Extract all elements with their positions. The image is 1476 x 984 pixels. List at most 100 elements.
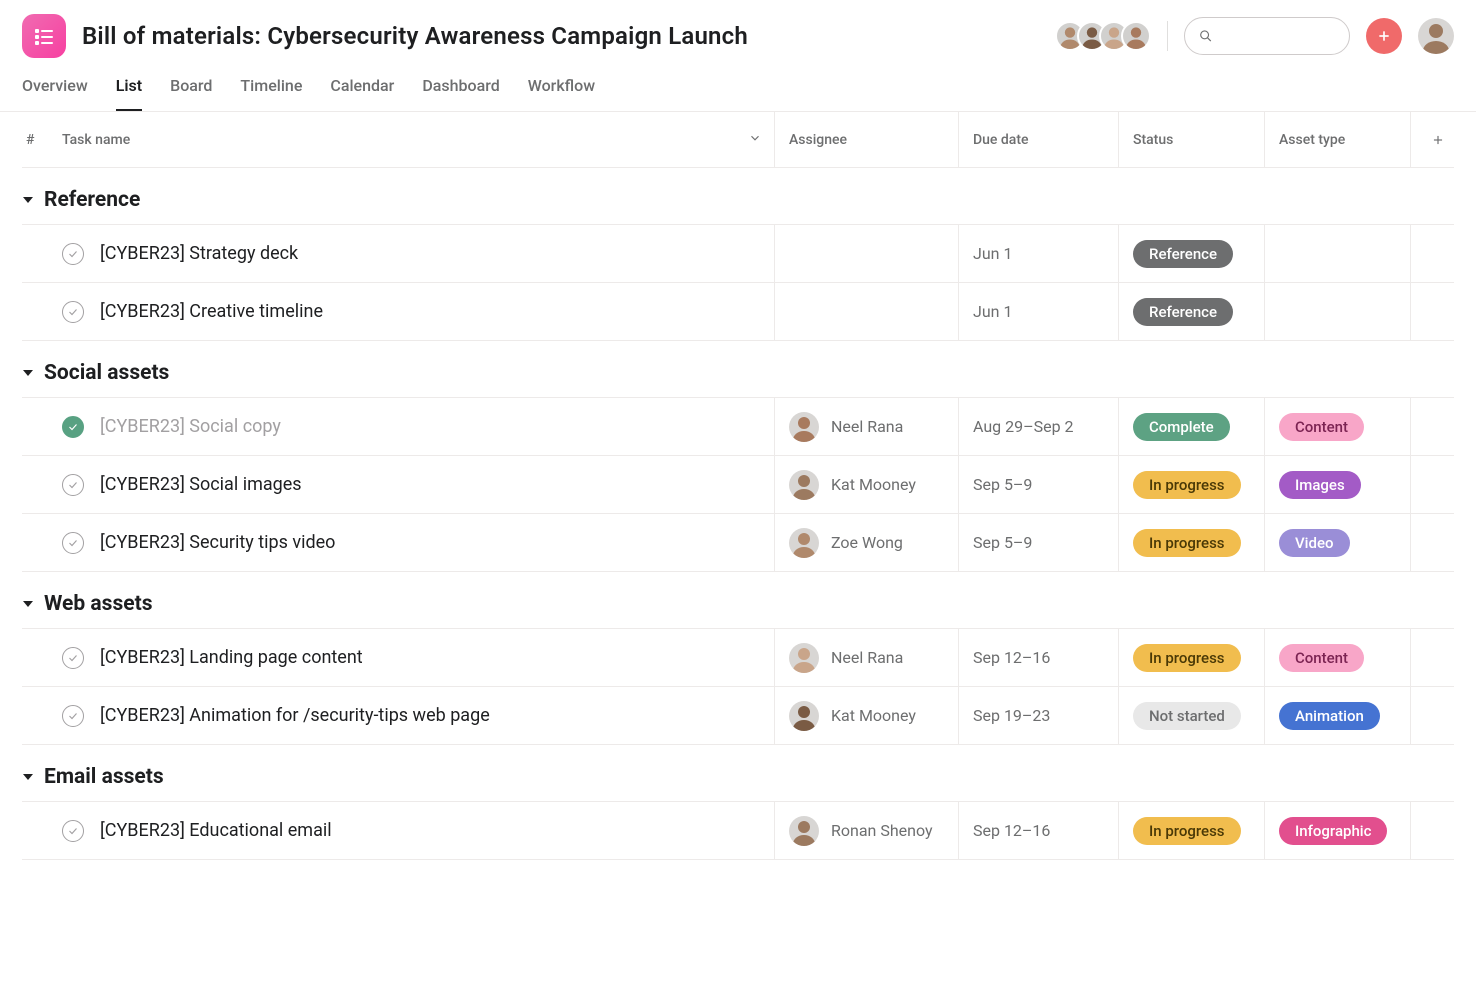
task-row[interactable]: [CYBER23] Security tips videoZoe WongSep… [22,514,1454,572]
asset-type-cell[interactable]: Content [1264,398,1410,455]
tab-list[interactable]: List [116,68,142,111]
complete-checkbox[interactable] [62,705,84,727]
due-date-cell[interactable]: Sep 19–23 [958,687,1118,744]
complete-checkbox[interactable] [62,416,84,438]
asset-type-cell[interactable]: Animation [1264,687,1410,744]
extra-cell [1410,398,1454,455]
add-button[interactable] [1366,18,1402,54]
col-task-name[interactable]: Task name [58,131,774,149]
asset-type-badge: Images [1279,471,1361,499]
plus-icon [1376,28,1392,44]
assignee-cell[interactable]: Kat Mooney [774,456,958,513]
section-header[interactable]: Email assets [22,745,1454,801]
tab-overview[interactable]: Overview [22,68,88,111]
asset-type-badge: Video [1279,529,1350,557]
task-name-cell[interactable]: [CYBER23] Landing page content [58,647,774,669]
task-name-cell[interactable]: [CYBER23] Security tips video [58,532,774,554]
assignee-cell[interactable] [774,225,958,282]
status-cell[interactable]: In progress [1118,629,1264,686]
task-name-cell[interactable]: [CYBER23] Creative timeline [58,301,774,323]
col-due-date[interactable]: Due date [958,112,1118,167]
caret-down-icon[interactable] [22,595,34,614]
task-row[interactable]: [CYBER23] Strategy deck Jun 1Reference [22,225,1454,283]
avatar[interactable] [1121,21,1151,51]
task-name-cell[interactable]: [CYBER23] Educational email [58,820,774,842]
tab-workflow[interactable]: Workflow [528,68,595,111]
user-avatar[interactable] [1418,18,1454,54]
col-assignee[interactable]: Assignee [774,112,958,167]
tab-board[interactable]: Board [170,68,212,111]
task-name-cell[interactable]: [CYBER23] Strategy deck [58,243,774,265]
tab-calendar[interactable]: Calendar [330,68,394,111]
asset-type-cell[interactable]: Infographic [1264,802,1410,859]
caret-down-icon[interactable] [22,364,34,383]
add-column-button[interactable] [1410,112,1454,167]
complete-checkbox[interactable] [62,532,84,554]
due-date-cell[interactable]: Sep 12–16 [958,802,1118,859]
assignee-cell[interactable]: Neel Rana [774,629,958,686]
assignee-cell[interactable]: Neel Rana [774,398,958,455]
due-date-cell[interactable]: Sep 5–9 [958,514,1118,571]
asset-type-cell[interactable]: Content [1264,629,1410,686]
assignee-name: Ronan Shenoy [831,821,933,840]
due-date-cell[interactable]: Sep 5–9 [958,456,1118,513]
asset-type-badge: Infographic [1279,817,1387,845]
status-cell[interactable]: Not started [1118,687,1264,744]
project-icon[interactable] [22,14,66,58]
status-cell[interactable]: Reference [1118,283,1264,340]
assignee-name: Kat Mooney [831,706,916,725]
task-row[interactable]: [CYBER23] Animation for /security-tips w… [22,687,1454,745]
assignee-cell[interactable]: Kat Mooney [774,687,958,744]
section-header[interactable]: Reference [22,168,1454,224]
due-date: Sep 19–23 [973,706,1050,725]
search-input[interactable] [1220,28,1335,44]
search-box[interactable] [1184,17,1350,55]
complete-checkbox[interactable] [62,243,84,265]
assignee-cell[interactable]: Ronan Shenoy [774,802,958,859]
col-asset-type[interactable]: Asset type [1264,112,1410,167]
task-row[interactable]: [CYBER23] Creative timeline Jun 1Referenc… [22,283,1454,341]
task-name-cell[interactable]: [CYBER23] Social copy [58,416,774,438]
asset-type-cell[interactable] [1264,283,1410,340]
status-cell[interactable]: Reference [1118,225,1264,282]
task-row[interactable]: [CYBER23] Social images Kat MooneySep 5–9… [22,456,1454,514]
project-title[interactable]: Bill of materials: Cybersecurity Awarene… [82,22,748,50]
due-date-cell[interactable]: Aug 29–Sep 2 [958,398,1118,455]
asset-type-cell[interactable]: Video [1264,514,1410,571]
caret-down-icon[interactable] [22,768,34,787]
search-icon [1199,28,1212,44]
section-header[interactable]: Social assets [22,341,1454,397]
task-row[interactable]: [CYBER23] Educational email Ronan Shenoy S… [22,802,1454,860]
section-header[interactable]: Web assets [22,572,1454,628]
complete-checkbox[interactable] [62,820,84,842]
tab-timeline[interactable]: Timeline [240,68,302,111]
col-status[interactable]: Status [1118,112,1264,167]
task-name-cell[interactable]: [CYBER23] Animation for /security-tips w… [58,705,774,727]
complete-checkbox[interactable] [62,301,84,323]
due-date-cell[interactable]: Jun 1 [958,283,1118,340]
due-date-cell[interactable]: Jun 1 [958,225,1118,282]
due-date-cell[interactable]: Sep 12–16 [958,629,1118,686]
status-cell[interactable]: In progress [1118,802,1264,859]
status-cell[interactable]: In progress [1118,514,1264,571]
collaborator-avatars[interactable] [1055,21,1151,51]
task-name-cell[interactable]: [CYBER23] Social images [58,474,774,496]
task-name: [CYBER23] Social images [100,474,302,495]
extra-cell [1410,802,1454,859]
asset-type-cell[interactable]: Images [1264,456,1410,513]
complete-checkbox[interactable] [62,474,84,496]
assignee-cell[interactable] [774,283,958,340]
assignee-cell[interactable]: Zoe Wong [774,514,958,571]
task-row[interactable]: [CYBER23] Social copyNeel RanaAug 29–Sep… [22,398,1454,456]
status-badge: In progress [1133,471,1241,499]
asset-type-cell[interactable] [1264,225,1410,282]
chevron-down-icon[interactable] [748,131,762,149]
col-num[interactable]: # [22,132,58,148]
caret-down-icon[interactable] [22,191,34,210]
task-row[interactable]: [CYBER23] Landing page contentNeel RanaS… [22,629,1454,687]
complete-checkbox[interactable] [62,647,84,669]
tab-dashboard[interactable]: Dashboard [422,68,499,111]
status-cell[interactable]: In progress [1118,456,1264,513]
status-cell[interactable]: Complete [1118,398,1264,455]
plus-icon [1431,133,1445,147]
